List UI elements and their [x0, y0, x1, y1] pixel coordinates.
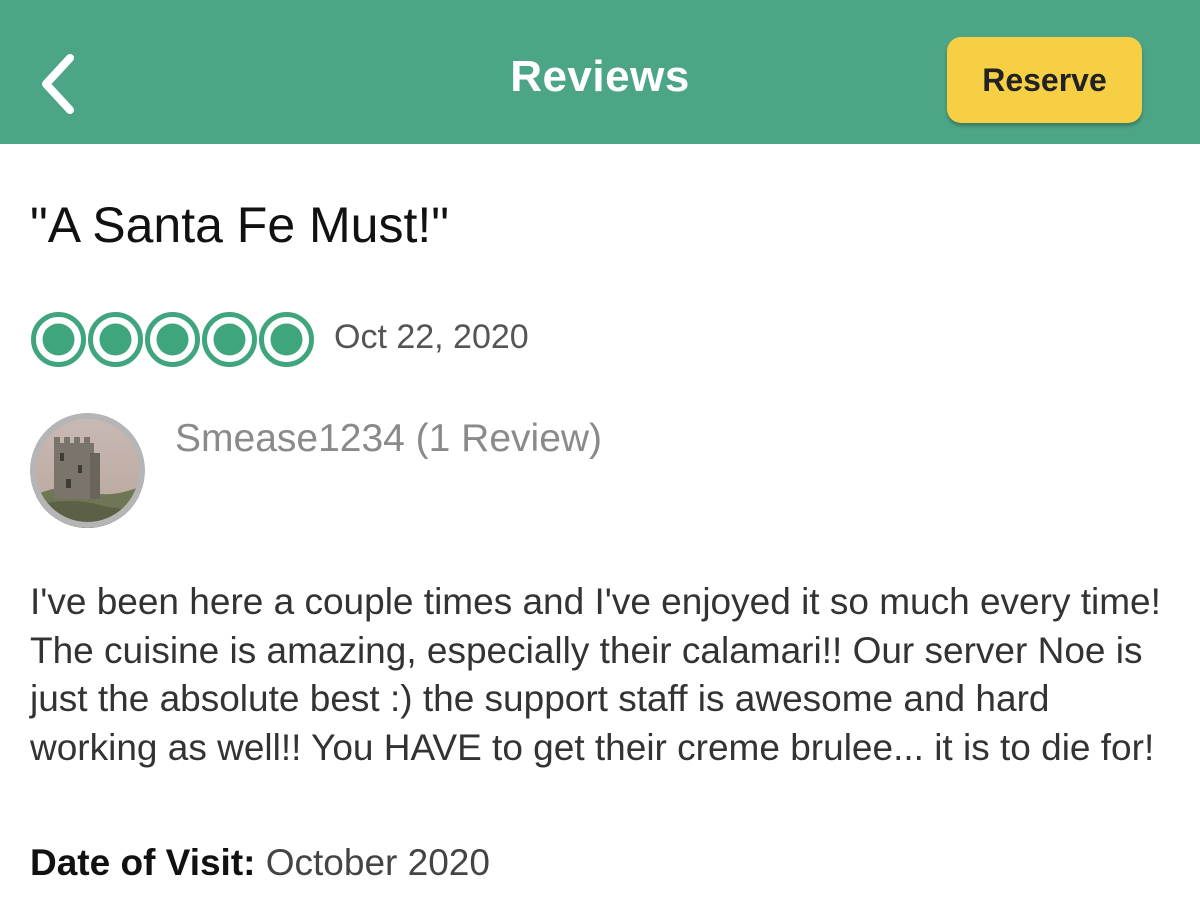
review-date: Oct 22, 2020: [334, 318, 529, 356]
reviewer-name[interactable]: Smease1234 (1 Review): [175, 417, 602, 461]
rating-bubble-filled-icon: [259, 311, 314, 367]
date-of-visit-value: October 2020: [265, 842, 490, 883]
reserve-button[interactable]: Reserve: [947, 37, 1142, 123]
chevron-left-icon: [42, 54, 74, 114]
rating-bubble-filled-icon: [202, 311, 257, 367]
review-text: I've been here a couple times and I've e…: [30, 581, 1161, 768]
date-of-visit-label: Date of Visit:: [30, 842, 256, 883]
castle-photo-icon: [30, 413, 145, 528]
review-title: "A Santa Fe Must!": [30, 197, 450, 253]
date-of-visit: Date of Visit: October 2020: [30, 842, 490, 884]
rating-bubbles: [30, 309, 315, 369]
rating-bubble-filled-icon: [31, 311, 86, 367]
back-button[interactable]: [30, 44, 94, 120]
reviewer-avatar[interactable]: [30, 413, 145, 528]
rating-bubble-filled-icon: [145, 311, 200, 367]
rating-bubble-filled-icon: [88, 311, 143, 367]
top-nav-bar: Reviews Reserve: [0, 0, 1200, 144]
